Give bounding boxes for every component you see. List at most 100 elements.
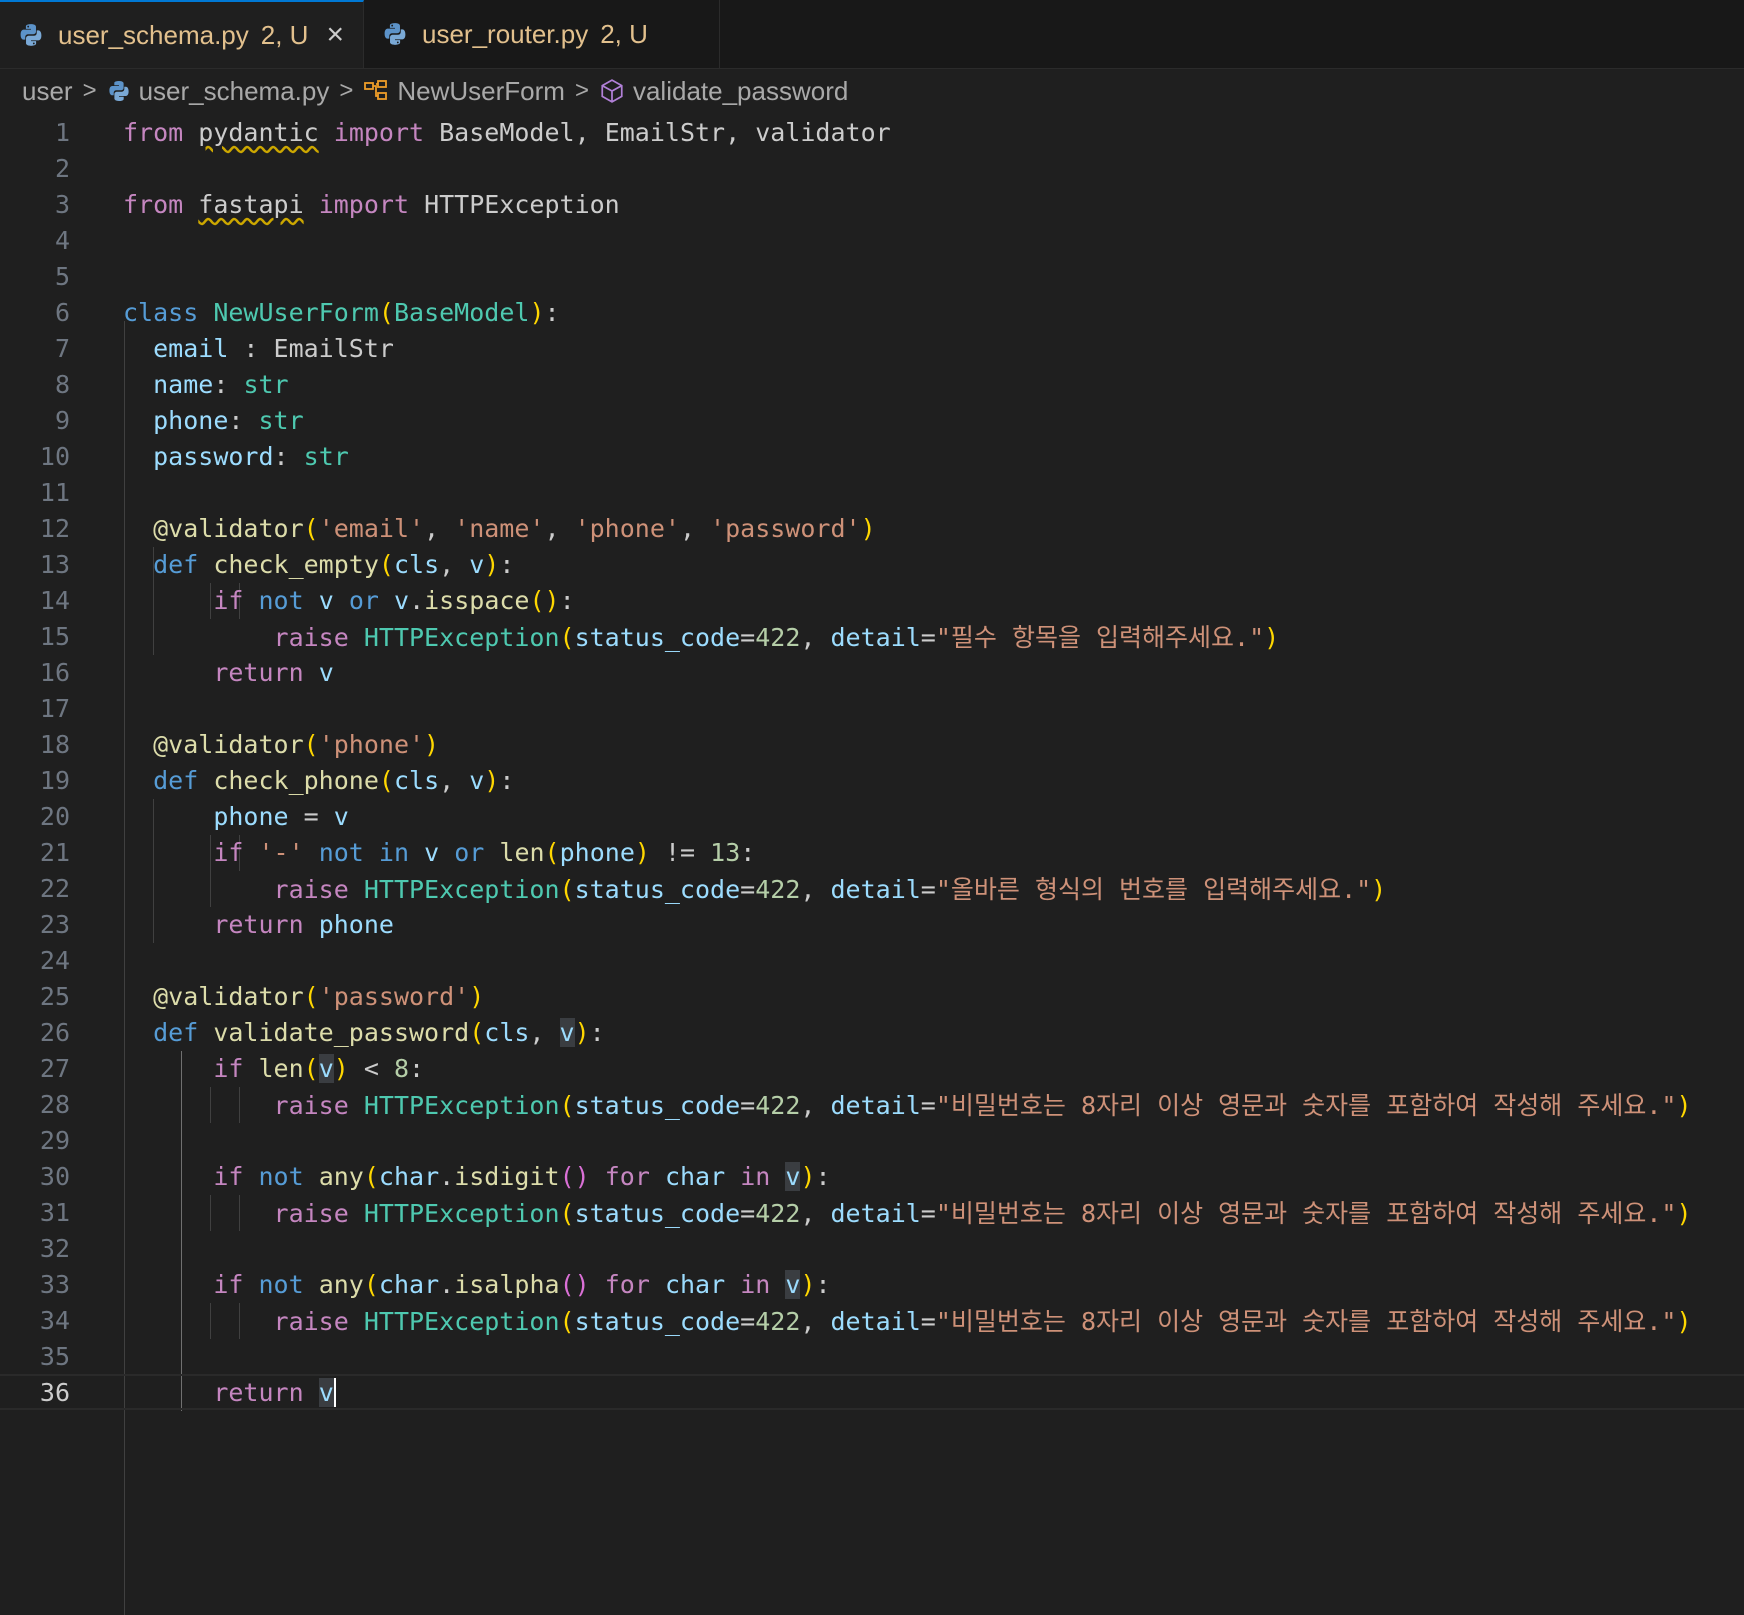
line-number: 8 — [54, 369, 70, 399]
code-text: phone: str — [153, 405, 304, 435]
code-line[interactable]: 10 password: str — [0, 438, 1744, 474]
line-number: 35 — [39, 1341, 70, 1371]
code-line[interactable]: 13 def check_empty(cls, v): — [0, 546, 1744, 582]
code-text: from pydantic import BaseModel, EmailStr… — [123, 117, 891, 147]
code-line[interactable]: 15 raise HTTPException(status_code=422, … — [0, 618, 1744, 654]
current-code-line[interactable]: 36 return v — [0, 1374, 1744, 1410]
code-line[interactable]: 28 raise HTTPException(status_code=422, … — [0, 1086, 1744, 1122]
tab-label: user_router.py — [422, 18, 589, 49]
code-line[interactable]: 21 if '-' not in v or len(phone) != 13: — [0, 834, 1744, 870]
code-line[interactable]: 19 def check_phone(cls, v): — [0, 762, 1744, 798]
breadcrumb-class[interactable]: NewUserForm — [363, 76, 565, 107]
line-number: 28 — [39, 1089, 70, 1119]
code-line[interactable]: 23 return phone — [0, 906, 1744, 942]
tab-bar: user_schema.py 2, U × user_router.py 2, … — [0, 0, 1744, 69]
code-text: if len(v) < 8: — [213, 1053, 425, 1083]
breadcrumb-folder-label: user — [22, 75, 73, 106]
chevron-right-icon: > — [339, 77, 354, 104]
code-text: if not any(char.isdigit() for char in v)… — [213, 1161, 831, 1191]
tab-badge: 2, U — [600, 18, 648, 49]
code-text: raise HTTPException(status_code=422, det… — [273, 623, 1280, 652]
line-number: 13 — [39, 549, 70, 579]
line-number: 14 — [39, 585, 70, 615]
line-number: 3 — [54, 189, 70, 219]
code-line[interactable]: 12 @validator('email', 'name', 'phone', … — [0, 510, 1744, 546]
code-text: class NewUserForm(BaseModel): — [123, 297, 560, 327]
code-text: phone = v — [213, 801, 349, 831]
python-file-icon — [384, 23, 406, 45]
line-number: 26 — [39, 1017, 70, 1047]
line-number: 25 — [39, 981, 70, 1011]
code-line[interactable]: 1 from pydantic import BaseModel, EmailS… — [0, 114, 1744, 150]
code-text: def validate_password(cls, v): — [153, 1017, 605, 1047]
code-line[interactable]: 22 raise HTTPException(status_code=422, … — [0, 870, 1744, 906]
code-line[interactable]: 2 — [0, 150, 1744, 186]
tab-user-router[interactable]: user_router.py 2, U — [364, 0, 720, 68]
code-line[interactable]: 3 from fastapi import HTTPException — [0, 186, 1744, 222]
line-number: 12 — [39, 513, 70, 543]
line-number: 21 — [39, 837, 70, 867]
code-line[interactable]: 18 @validator('phone') — [0, 726, 1744, 762]
code-text: return phone — [213, 909, 394, 939]
code-line[interactable]: 34 raise HTTPException(status_code=422, … — [0, 1302, 1744, 1338]
code-line[interactable]: 14 if not v or v.isspace(): — [0, 582, 1744, 618]
breadcrumb-folder[interactable]: user — [22, 76, 73, 107]
code-text: @validator('password') — [153, 981, 485, 1011]
line-number: 9 — [54, 405, 70, 435]
breadcrumb-class-label: NewUserForm — [397, 75, 565, 106]
code-line[interactable]: 11 — [0, 474, 1744, 510]
line-number: 5 — [54, 261, 70, 291]
code-text: return v — [213, 1377, 336, 1407]
code-line[interactable]: 26 def validate_password(cls, v): — [0, 1014, 1744, 1050]
line-number: 34 — [39, 1305, 70, 1335]
code-line[interactable]: 32 — [0, 1230, 1744, 1266]
code-line[interactable]: 30 if not any(char.isdigit() for char in… — [0, 1158, 1744, 1194]
code-line[interactable]: 20 phone = v — [0, 798, 1744, 834]
code-line[interactable]: 24 — [0, 942, 1744, 978]
line-number: 32 — [39, 1233, 70, 1263]
line-number: 36 — [39, 1377, 70, 1407]
breadcrumb-file[interactable]: user_schema.py — [107, 75, 330, 107]
code-text: raise HTTPException(status_code=422, det… — [273, 1307, 1692, 1336]
code-text: email : EmailStr — [153, 333, 394, 363]
code-line[interactable]: 5 — [0, 258, 1744, 294]
tab-user-schema[interactable]: user_schema.py 2, U × — [0, 0, 364, 68]
code-line[interactable]: 8 name: str — [0, 366, 1744, 402]
code-text: @validator('phone') — [153, 729, 440, 759]
line-number: 27 — [39, 1053, 70, 1083]
line-number: 24 — [39, 945, 70, 975]
code-text: @validator('email', 'name', 'phone', 'pa… — [153, 513, 876, 543]
code-text: def check_empty(cls, v): — [153, 549, 515, 579]
code-line[interactable]: 16 return v — [0, 654, 1744, 690]
code-line[interactable]: 27 if len(v) < 8: — [0, 1050, 1744, 1086]
code-line[interactable]: 35 — [0, 1338, 1744, 1374]
code-line[interactable]: 4 — [0, 222, 1744, 258]
code-line[interactable]: 7 email : EmailStr — [0, 330, 1744, 366]
line-number: 11 — [39, 477, 70, 507]
code-text: def check_phone(cls, v): — [153, 765, 515, 795]
code-text: from fastapi import HTTPException — [123, 189, 620, 219]
tab-badge: 2, U — [260, 19, 309, 50]
tab-label: user_schema.py — [58, 19, 249, 50]
code-line[interactable]: 33 if not any(char.isalpha() for char in… — [0, 1266, 1744, 1302]
class-symbol-icon — [364, 80, 388, 100]
code-line[interactable]: 25 @validator('password') — [0, 978, 1744, 1014]
line-number: 18 — [39, 729, 70, 759]
code-line[interactable]: 9 phone: str — [0, 402, 1744, 438]
line-number: 17 — [39, 693, 70, 723]
line-number: 10 — [39, 441, 70, 471]
breadcrumb-method[interactable]: validate_password — [599, 76, 848, 107]
code-text: raise HTTPException(status_code=422, det… — [273, 875, 1387, 904]
code-line[interactable]: 29 — [0, 1122, 1744, 1158]
code-line[interactable]: 17 — [0, 690, 1744, 726]
line-number: 15 — [39, 621, 70, 651]
text-cursor: v — [318, 1377, 336, 1407]
line-number: 1 — [54, 117, 70, 147]
close-icon[interactable]: × — [326, 20, 344, 50]
chevron-right-icon: > — [574, 77, 589, 104]
code-line[interactable]: 31 raise HTTPException(status_code=422, … — [0, 1194, 1744, 1230]
line-number: 33 — [39, 1269, 70, 1299]
code-editor[interactable]: 1 from pydantic import BaseModel, EmailS… — [0, 114, 1744, 1615]
code-line[interactable]: 6 class NewUserForm(BaseModel): — [0, 294, 1744, 330]
breadcrumb-file-label: user_schema.py — [138, 75, 330, 106]
